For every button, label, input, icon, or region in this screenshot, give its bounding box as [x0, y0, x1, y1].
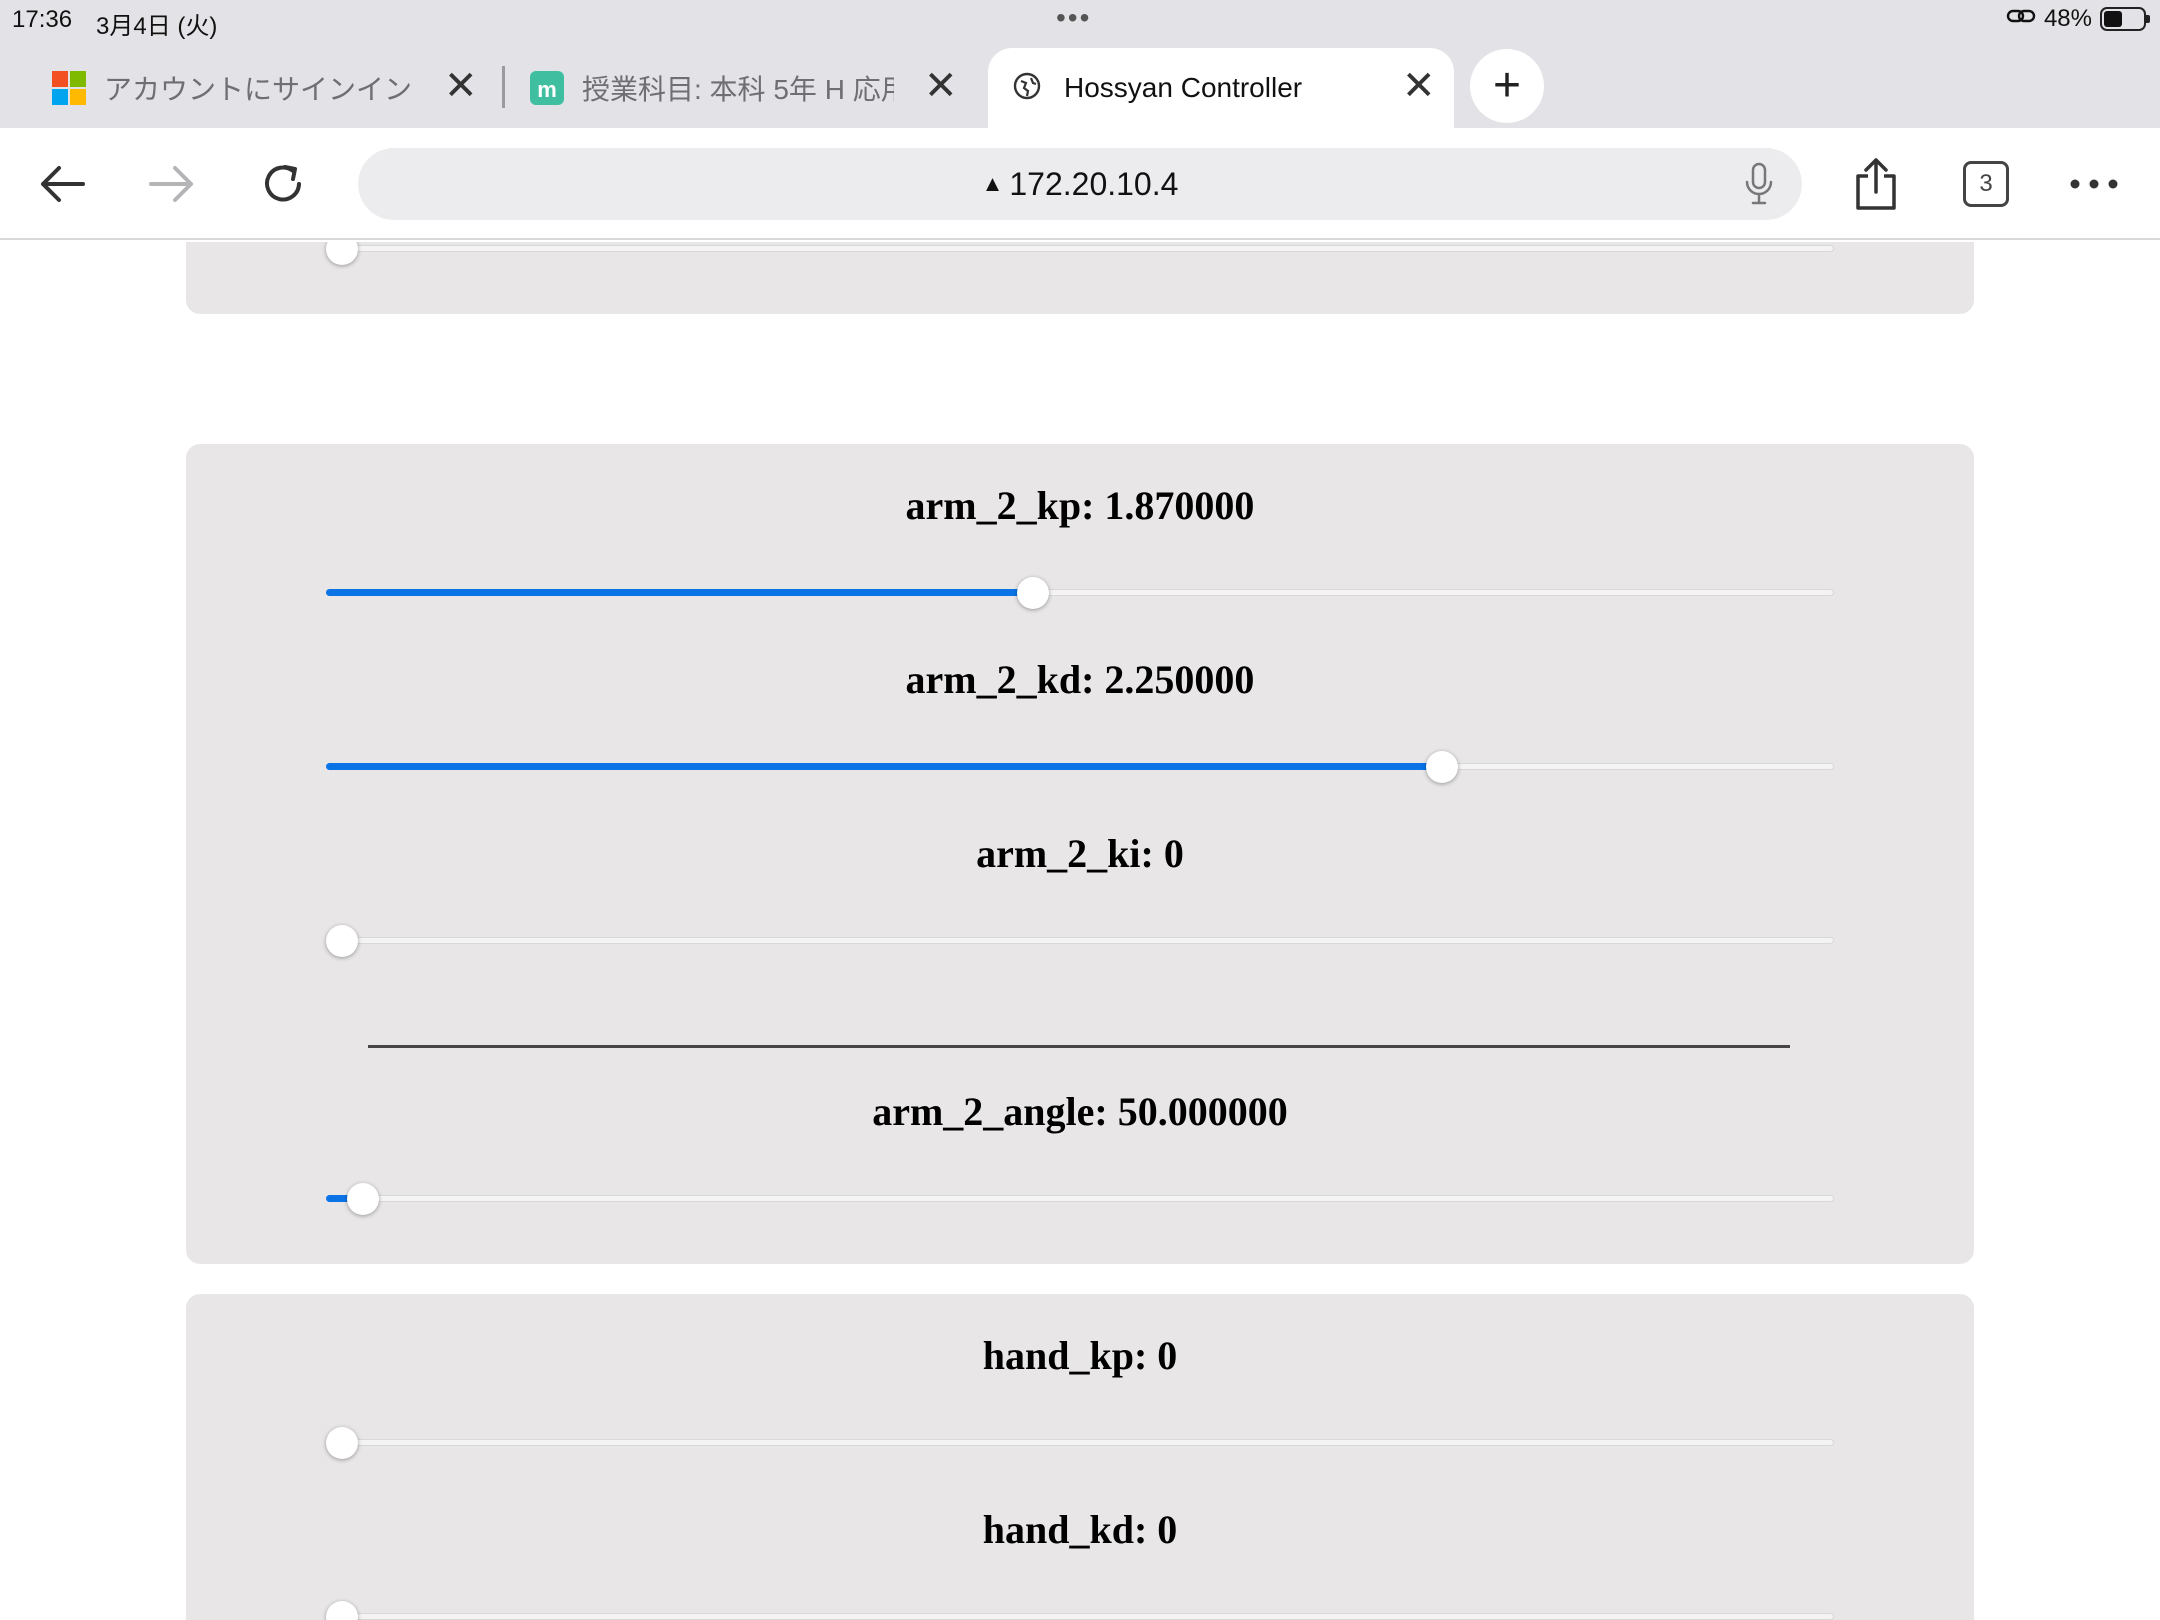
back-button[interactable]: [32, 154, 92, 214]
status-date: 3月4日 (火): [96, 13, 218, 40]
slider-arm-2-ki[interactable]: [326, 925, 1834, 957]
battery-icon: [2100, 7, 2150, 31]
params-panel-previous: [186, 242, 1974, 314]
warning-icon: ▲: [981, 171, 1004, 196]
share-icon: [1856, 158, 1896, 210]
battery-percent: 48%: [2043, 5, 2092, 32]
tab-course[interactable]: m 授業科目: 本科 5年 H 応用 ✕: [530, 48, 960, 128]
microsoft-logo-icon: [52, 71, 86, 105]
slider-arm-2-angle[interactable]: [326, 1183, 1834, 1215]
close-tab-icon[interactable]: ✕: [1402, 66, 1436, 106]
arrow-left-icon: [41, 166, 85, 202]
svg-text:m: m: [537, 77, 557, 102]
param-label-arm-2-angle: arm_2_angle: 50.000000: [872, 1089, 1288, 1134]
slider-thumb[interactable]: [1425, 751, 1458, 783]
slider-thumb[interactable]: [326, 1601, 358, 1620]
slider-thumb[interactable]: [326, 925, 358, 957]
more-menu-button[interactable]: [2064, 154, 2124, 214]
microphone-icon[interactable]: [1744, 162, 1774, 214]
tab-count-icon: 3: [1963, 161, 2009, 207]
multitasking-dots-icon[interactable]: •••: [1056, 2, 1091, 34]
slider-hand-kp[interactable]: [326, 1427, 1834, 1459]
tab-title: アカウントにサインイン: [104, 74, 413, 105]
share-button[interactable]: [1846, 154, 1906, 214]
param-label-hand-kd: hand_kd: 0: [982, 1507, 1178, 1552]
globe-icon: [1012, 71, 1046, 105]
close-tab-icon[interactable]: ✕: [444, 66, 478, 106]
param-label-arm-2-kd: arm_2_kd: 2.250000: [905, 657, 1255, 702]
browser-toolbar: ▲ 172.20.10.4 3: [0, 128, 2160, 240]
tab-separator: [502, 66, 505, 108]
status-time: 17:36: [12, 6, 73, 33]
plus-icon: +: [1492, 59, 1522, 112]
section-divider: [368, 1045, 1790, 1048]
url-text: 172.20.10.4: [1009, 165, 1179, 202]
param-label-arm-2-ki: arm_2_ki: 0: [976, 831, 1184, 876]
tab-strip: アカウントにサインイン ✕ m 授業科目: 本科 5年 H 応用 ✕ Hossy…: [0, 42, 2160, 128]
tab-account-signin[interactable]: アカウントにサインイン ✕: [52, 48, 482, 128]
moodle-icon: m: [530, 71, 564, 105]
params-panel-hand: hand_kp: 0 hand_kd: 0: [186, 1294, 1974, 1620]
link-icon: [2006, 5, 2036, 33]
address-bar[interactable]: ▲ 172.20.10.4: [358, 148, 1802, 220]
status-bar: 17:36 3月4日 (火) ••• 48%: [0, 0, 2160, 42]
reload-icon: [265, 165, 301, 202]
slider-arm-2-kd[interactable]: [326, 751, 1834, 783]
tab-count: 3: [1979, 170, 1993, 197]
slider-thumb[interactable]: [346, 1183, 379, 1215]
reload-button[interactable]: [254, 154, 314, 214]
param-label-arm-2-kp: arm_2_kp: 1.870000: [905, 483, 1255, 528]
more-dots-icon: [2070, 179, 2118, 189]
slider-thumb[interactable]: [1016, 577, 1049, 609]
slider-hand-kd[interactable]: [326, 1601, 1834, 1620]
slider-thumb[interactable]: [326, 242, 358, 265]
new-tab-button[interactable]: +: [1470, 49, 1544, 123]
arrow-right-icon: [149, 166, 193, 202]
slider-thumb[interactable]: [326, 1427, 358, 1459]
close-tab-icon[interactable]: ✕: [924, 66, 958, 106]
forward-button[interactable]: [142, 154, 202, 214]
tab-switcher-button[interactable]: 3: [1956, 154, 2016, 214]
param-label-hand-kp: hand_kp: 0: [982, 1333, 1178, 1378]
slider-arm-2-kp[interactable]: [326, 577, 1834, 609]
tab-title: Hossyan Controller: [1064, 72, 1303, 103]
tab-title: 授業科目: 本科 5年 H 応用: [582, 74, 894, 105]
params-panel-arm-2: arm_2_kp: 1.870000 arm_2_kd: 2.250000 ar…: [186, 444, 1974, 1264]
param-slider[interactable]: [326, 242, 1834, 265]
tab-hossyan-controller[interactable]: Hossyan Controller ✕: [988, 48, 1454, 128]
page-content: arm_2_kp: 1.870000 arm_2_kd: 2.250000 ar…: [0, 242, 2160, 1620]
